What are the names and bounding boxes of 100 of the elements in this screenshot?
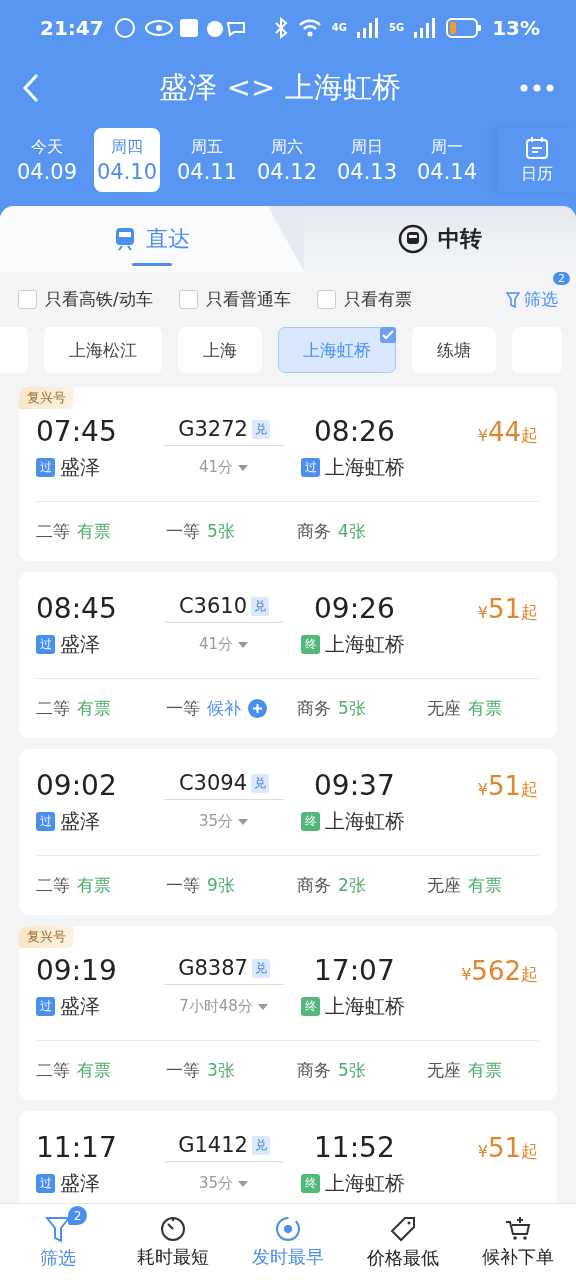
seat-class: 无座 xyxy=(427,1059,461,1082)
status-time: 21:47 xyxy=(40,15,104,40)
station-chip[interactable]: 上海 xyxy=(178,327,262,373)
station-badge: 终 xyxy=(301,812,320,831)
seat-status: 有票 xyxy=(77,874,111,897)
duration-toggle[interactable]: 41分 xyxy=(164,458,284,477)
network-label: 5G xyxy=(388,22,405,33)
bottom-tab[interactable]: 筛选 2 xyxy=(0,1204,116,1280)
station-name: 盛泽 xyxy=(60,1170,100,1197)
station-badge: 终 xyxy=(301,635,320,654)
date-tab[interactable]: 周一 04.14 xyxy=(414,128,480,192)
station-name: 盛泽 xyxy=(60,454,100,481)
duration-toggle[interactable]: 41分 xyxy=(164,635,284,654)
train-number: G3272 xyxy=(178,417,248,441)
train-card[interactable]: 08:45 C3610 兑 09:26 ¥51起 过 盛泽 41分 终 上海虹桥 二等 有票 一等 候补 商务 5张 无座 有票 xyxy=(19,572,557,738)
caret-icon xyxy=(237,817,250,826)
seat-class: 无座 xyxy=(427,874,461,897)
plus-icon[interactable] xyxy=(248,699,267,718)
train-cycle-icon xyxy=(398,224,429,254)
price-tag-icon xyxy=(389,1214,418,1243)
station-chip[interactable]: 练塘 xyxy=(412,327,496,373)
exchange-badge: 兑 xyxy=(251,1135,270,1155)
seat-status: 有票 xyxy=(77,520,111,543)
duration-toggle[interactable]: 35分 xyxy=(164,812,284,831)
calendar-button[interactable]: 日历 xyxy=(498,128,576,192)
date-tab[interactable]: 周日 04.13 xyxy=(334,128,400,192)
seat-class: 一等 xyxy=(166,697,200,720)
seat-status: 5张 xyxy=(338,1059,366,1082)
caret-icon xyxy=(256,1002,269,1011)
bottom-tab[interactable]: 耗时最短 xyxy=(115,1204,231,1280)
seat-class: 商务 xyxy=(297,520,331,543)
mode-tab[interactable]: 直达 xyxy=(0,206,305,272)
seat-status: 有票 xyxy=(468,874,502,897)
depart-time: 07:45 xyxy=(36,415,118,448)
seat-class: 二等 xyxy=(36,1059,70,1082)
seat-class: 商务 xyxy=(297,697,331,720)
train-card[interactable]: 复兴号 09:19 G8387 兑 17:07 ¥562起 过 盛泽 7小时48分 终 上海虹桥 二等 有票 一等 3张 商务 5张 无座 有票 xyxy=(19,926,557,1100)
seat-class: 一等 xyxy=(166,1059,200,1082)
caret-icon xyxy=(237,1179,250,1188)
battery-icon xyxy=(446,17,483,38)
date-tab[interactable]: 周五 04.11 xyxy=(174,128,240,192)
seat-class: 二等 xyxy=(36,520,70,543)
station-name: 上海虹桥 xyxy=(325,1170,405,1197)
train-card[interactable]: 复兴号 07:45 G3272 兑 08:26 ¥44起 过 盛泽 41分 过 上海虹桥 二等 有票 一等 5张 商务 4张 xyxy=(19,387,557,561)
exchange-badge: 兑 xyxy=(251,958,270,978)
seat-status: 有票 xyxy=(77,697,111,720)
seat-status: 有票 xyxy=(468,697,502,720)
price: ¥51起 xyxy=(477,593,538,624)
battery-percent: 13% xyxy=(492,15,540,40)
duration-toggle[interactable]: 7小时48分 xyxy=(164,997,284,1016)
station-badge: 过 xyxy=(36,997,55,1016)
seat-class: 二等 xyxy=(36,874,70,897)
price: ¥51起 xyxy=(477,1132,538,1163)
signal-icon xyxy=(356,17,379,38)
train-number: C3610 xyxy=(178,594,248,618)
train-icon xyxy=(114,227,137,251)
filter-checkbox[interactable]: 只看有票 xyxy=(316,288,412,311)
seat-status[interactable]: 候补 xyxy=(207,697,241,720)
count-badge: 2 xyxy=(553,272,570,285)
exchange-badge: 兑 xyxy=(251,419,270,439)
station-chip[interactable]: 上海松江 xyxy=(44,327,162,373)
bottom-tab[interactable]: 价格最低 xyxy=(345,1204,461,1280)
bottom-tab[interactable]: 候补下单 xyxy=(460,1204,576,1280)
train-type-tag: 复兴号 xyxy=(19,387,74,409)
signal-icon xyxy=(414,17,437,38)
station-badge: 过 xyxy=(36,1174,55,1193)
price: ¥51起 xyxy=(477,770,538,801)
train-card[interactable]: 09:02 C3094 兑 09:37 ¥51起 过 盛泽 35分 终 上海虹桥 二等 有票 一等 9张 商务 2张 无座 有票 xyxy=(19,749,557,915)
more-icon[interactable] xyxy=(520,83,554,92)
station-badge: 过 xyxy=(36,458,55,477)
duration-toggle[interactable]: 35分 xyxy=(164,1174,284,1193)
back-icon[interactable] xyxy=(22,72,40,103)
wifi-icon xyxy=(297,17,322,38)
station-name: 上海虹桥 xyxy=(325,993,405,1020)
depart-time: 11:17 xyxy=(36,1131,118,1164)
station-name: 盛泽 xyxy=(60,993,100,1020)
station-chip[interactable]: 上海虹桥 xyxy=(278,327,396,373)
filter-checkbox[interactable]: 只看普通车 xyxy=(178,288,291,311)
network-label: 4G xyxy=(331,22,347,33)
station-name: 上海虹桥 xyxy=(325,454,405,481)
seat-class: 一等 xyxy=(166,520,200,543)
bottom-tab[interactable]: 发时最早 xyxy=(230,1204,346,1280)
seat-status: 9张 xyxy=(207,874,235,897)
route-title: 盛泽 <> 上海虹桥 xyxy=(158,68,402,106)
exchange-badge: 兑 xyxy=(251,773,270,793)
seat-status: 有票 xyxy=(77,1059,111,1082)
seat-class: 一等 xyxy=(166,874,200,897)
mode-tab[interactable]: 中转 xyxy=(304,206,576,272)
filter-icon xyxy=(44,1214,71,1243)
filter-checkbox[interactable]: 只看高铁/动车 xyxy=(18,288,153,311)
arrive-time: 11:52 xyxy=(314,1131,395,1164)
station-badge: 终 xyxy=(301,997,320,1016)
train-number: G8387 xyxy=(178,956,248,980)
price: ¥562起 xyxy=(461,955,538,986)
date-tab[interactable]: 今天 04.09 xyxy=(14,128,80,192)
caret-icon xyxy=(237,640,250,649)
filter-icon xyxy=(506,291,520,308)
date-tab[interactable]: 周四 04.10 xyxy=(94,128,160,192)
train-card[interactable]: 11:17 G1412 兑 11:52 ¥51起 过 盛泽 35分 终 上海虹桥 xyxy=(19,1111,557,1203)
date-tab[interactable]: 周六 04.12 xyxy=(254,128,320,192)
